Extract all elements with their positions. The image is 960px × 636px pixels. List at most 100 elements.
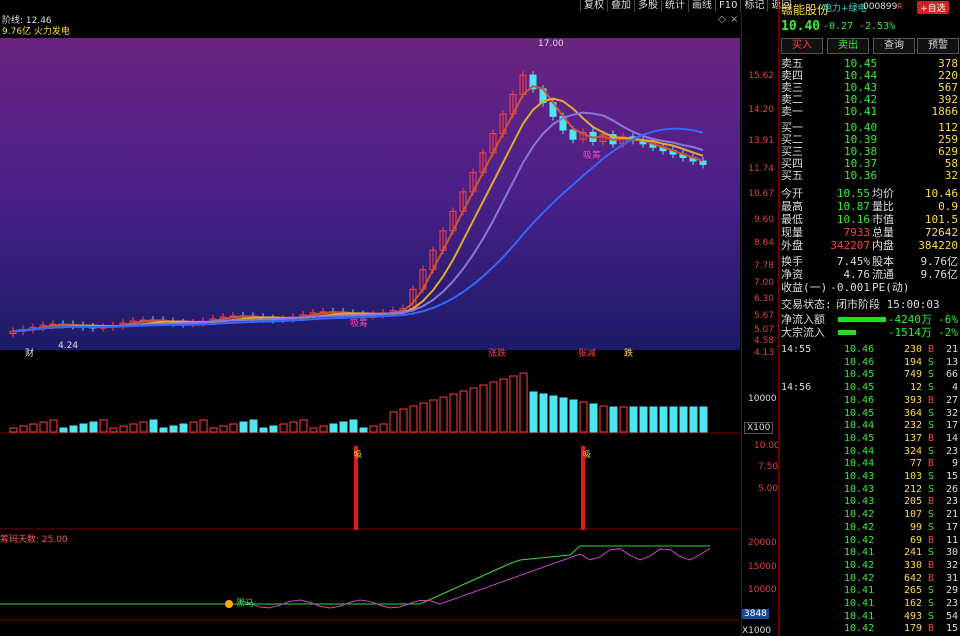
- volume-axis-label: 10000: [748, 394, 777, 404]
- alert-button[interactable]: 预警: [917, 38, 959, 54]
- toolbar-button[interactable]: 标记: [740, 0, 767, 12]
- chip-days-panel[interactable]: [0, 542, 740, 636]
- stat-label: 今开: [781, 187, 803, 200]
- volume-bar: [409, 405, 418, 433]
- volume-bar: [509, 375, 518, 433]
- trade-volume: 194: [903, 356, 922, 368]
- stat-label: 内盘: [872, 239, 894, 252]
- trade-price: 10.45: [844, 369, 875, 381]
- trade-price: 10.42: [844, 623, 875, 635]
- volume-bar: [319, 425, 328, 433]
- stat-label: 流通: [872, 268, 894, 281]
- toolbar-button[interactable]: 复权: [580, 0, 607, 12]
- trade-row: 10.45 749 S 66: [780, 369, 960, 381]
- stat-value: 10.55: [836, 187, 870, 200]
- price-axis-tick: 4.13: [753, 348, 774, 358]
- trade-price: 10.44: [844, 420, 875, 432]
- trade-count: 54: [945, 610, 958, 622]
- volume-bar: [529, 391, 538, 433]
- stat-label: 均价: [872, 187, 894, 200]
- trade-volume: 393: [903, 394, 922, 406]
- price-axis-tick: 5.67: [753, 311, 774, 321]
- toolbar-button[interactable]: 多股: [634, 0, 661, 12]
- trade-volume: 137: [903, 432, 922, 444]
- event-marker: 涨跌: [488, 348, 506, 358]
- trade-price: 10.43: [844, 471, 875, 482]
- trade-price: 10.42: [844, 521, 875, 533]
- trade-row: 10.44 232 S 17: [780, 420, 960, 432]
- price-axis-tick: 10.67: [748, 189, 774, 199]
- bottom-axis-tick: 15000: [748, 562, 777, 572]
- trade-side: S: [928, 382, 935, 394]
- trade-count: 26: [945, 483, 958, 495]
- signal-bar-label: 吸: [354, 450, 362, 459]
- volume-bar: [669, 406, 678, 433]
- volume-bar: [569, 399, 578, 433]
- trade-volume: 162: [903, 598, 922, 609]
- price-axis-tick: 14.20: [748, 105, 774, 115]
- sell-button[interactable]: 卖出: [827, 38, 869, 54]
- trade-count: 17: [945, 420, 958, 432]
- stat-value: 0.9: [938, 200, 958, 213]
- trade-count: 11: [945, 534, 958, 546]
- flow-label: 净流入额: [781, 313, 825, 326]
- stat-label: PE(动): [872, 281, 910, 294]
- trade-price: 10.44: [844, 445, 875, 457]
- volume-bar: [519, 372, 528, 433]
- stat-value: 384220: [918, 239, 958, 252]
- volume-bar: [559, 397, 568, 433]
- trade-count: 21: [945, 344, 958, 355]
- trade-side: S: [928, 509, 935, 521]
- trade-row: 10.43 103 S 15: [780, 471, 960, 483]
- price-axis-tick: 7.00: [753, 278, 774, 288]
- self-select-button[interactable]: +自选: [917, 1, 949, 14]
- trade-price: 10.45: [844, 407, 875, 419]
- query-button[interactable]: 查询: [873, 38, 915, 54]
- trade-volume: 241: [903, 547, 922, 559]
- trade-side: S: [928, 420, 935, 432]
- trade-count: 14: [945, 432, 958, 444]
- volume-bar: [129, 423, 138, 433]
- flow-bar: [838, 330, 856, 335]
- stat-row: 现量 7933 总量 72642: [780, 227, 960, 239]
- volume-bar: [229, 423, 238, 433]
- trade-side: B: [928, 572, 935, 584]
- volume-bar: [539, 393, 548, 433]
- trade-count: 13: [945, 356, 958, 368]
- flow-value: -1514万: [887, 326, 932, 339]
- volume-bar: [429, 399, 438, 433]
- signal-panel[interactable]: [0, 436, 740, 530]
- toolbar-button[interactable]: 画线: [688, 0, 715, 12]
- volume-panel[interactable]: [0, 360, 740, 434]
- price-change-pct: -2.53%: [859, 21, 896, 32]
- ask-row: 卖一 10.41 1866: [780, 106, 960, 118]
- stat-row: 换手 7.45% 股本 9.76亿: [780, 256, 960, 268]
- volume-bar: [309, 427, 318, 433]
- buy-button[interactable]: 买入: [781, 38, 823, 54]
- trade-count: 32: [945, 407, 958, 419]
- stat-label: 净资: [781, 268, 803, 281]
- trade-volume: 232: [903, 420, 922, 432]
- trade-row: 10.44 324 S 23: [780, 446, 960, 458]
- toolbar-button[interactable]: 叠加: [607, 0, 634, 12]
- trade-side: B: [928, 458, 935, 470]
- trade-side: S: [928, 610, 935, 622]
- volume-bar: [9, 427, 18, 433]
- candlestick-chart[interactable]: 财涨跌 张减 跌吸筹吸筹17.004.24: [0, 38, 740, 358]
- stat-value: 101.5: [924, 213, 958, 226]
- price-axis-tick: 8.64: [753, 238, 774, 248]
- trade-volume: 107: [903, 509, 922, 521]
- toolbar-button[interactable]: 统计: [661, 0, 688, 12]
- stat-row: 外盘 342207 内盘 384220: [780, 240, 960, 252]
- diamond-icon[interactable]: ◇: [718, 14, 726, 25]
- volume-bar: [49, 419, 58, 433]
- volume-bar: [609, 406, 618, 433]
- chart-toolbar: 复权 叠加 多股 统计 画线 F10 标记 返回: [580, 0, 794, 12]
- close-icon[interactable]: ×: [730, 14, 738, 25]
- trade-row: 10.41 162 S 23: [780, 598, 960, 610]
- price-axis-tick: 9.60: [753, 215, 774, 225]
- trade-row: 10.41 493 S 54: [780, 611, 960, 623]
- toolbar-button[interactable]: F10: [715, 0, 740, 12]
- trade-price: 10.43: [844, 496, 875, 508]
- trade-count: 31: [945, 572, 958, 584]
